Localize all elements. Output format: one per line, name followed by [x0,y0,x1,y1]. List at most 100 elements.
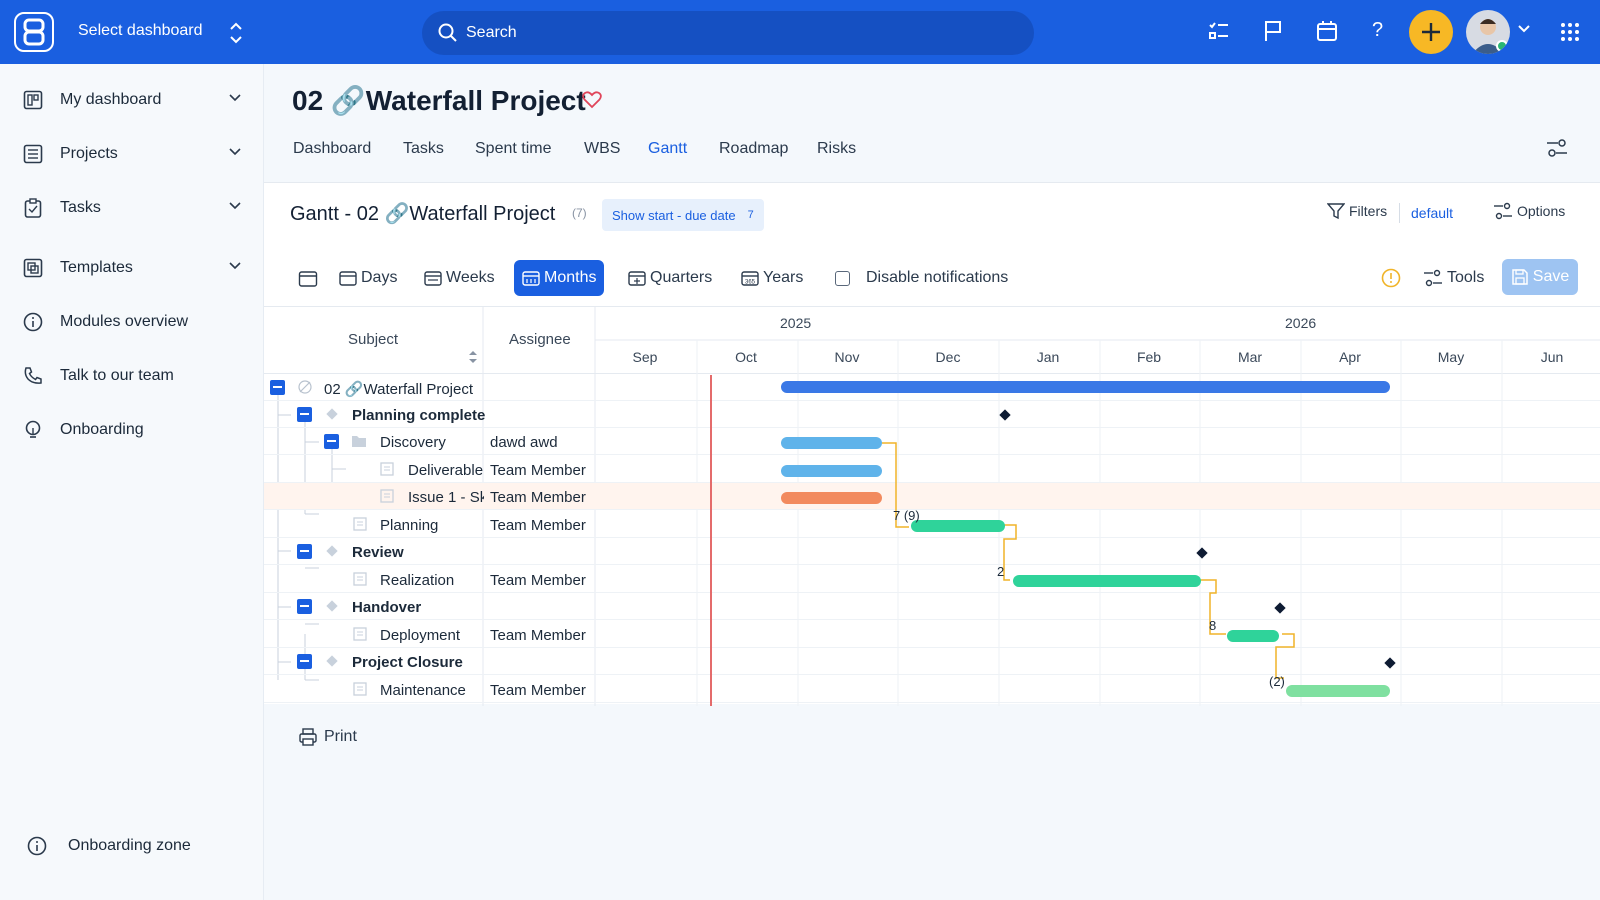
zoom-weeks-button[interactable]: Weeks [416,260,503,296]
top-bar: Select dashboard Search ? [0,0,1600,64]
gantt-bar-realization[interactable] [1013,575,1201,587]
sidebar-item-onboarding[interactable]: Onboarding [0,410,264,450]
filters-label: Filters [1349,203,1388,219]
zoom-label: Weeks [446,269,495,286]
month-label: Feb [1136,349,1162,365]
sidebar-item-modules-overview[interactable]: Modules overview [0,302,264,342]
column-header-subject[interactable]: Subject [348,331,398,348]
templates-icon [23,258,43,278]
filter-preset-link[interactable]: default [1411,205,1453,221]
save-icon [1512,269,1528,285]
disable-notifications-label: Disable notifications [866,269,1009,286]
lag-label: 7 (9) [893,508,920,523]
phone-icon [23,366,43,386]
onboarding-zone-label: Onboarding zone [68,837,191,854]
tab-roadmap[interactable]: Roadmap [719,140,788,158]
svg-text:365: 365 [745,280,756,286]
tools-button[interactable]: Tools [1423,269,1484,287]
calendar-quarter-icon [628,271,646,286]
user-avatar[interactable] [1466,10,1510,54]
calendar-icon [298,271,318,287]
month-label: Jan [1036,349,1060,365]
zoom-years-button[interactable]: 365 Years [733,260,811,296]
checklist-icon[interactable] [1208,20,1230,42]
sidebar-item-label: Tasks [60,199,101,216]
month-label: Sep [632,349,658,365]
gantt-bar-discovery[interactable] [781,437,882,449]
zoom-months-button[interactable]: Months [514,260,605,296]
tab-gantt[interactable]: Gantt [648,140,687,158]
gantt-bar-deliverable[interactable] [781,465,882,477]
print-button[interactable]: Print [298,727,357,747]
app-logo-icon[interactable] [14,12,54,52]
zoom-quarters-button[interactable]: Quarters [620,260,720,296]
lag-label: 8 [1209,618,1217,633]
help-icon[interactable]: ? [1372,19,1383,42]
zoom-label: Years [763,269,804,286]
apps-grid-icon[interactable] [1560,22,1580,42]
printer-icon [299,728,317,746]
month-label: May [1437,349,1465,365]
print-label: Print [324,728,357,745]
tab-wbs[interactable]: WBS [584,140,620,158]
online-status-icon [1496,40,1508,52]
tasks-icon [23,198,43,218]
save-button[interactable]: Save [1502,259,1578,295]
tab-spent-time[interactable]: Spent time [475,140,551,158]
gantt-bar-maintenance[interactable] [1286,685,1390,697]
zoom-label: Quarters [650,269,713,286]
calendar-week-icon [424,271,442,286]
sidebar-item-tasks[interactable]: Tasks [0,188,264,228]
tab-tasks[interactable]: Tasks [403,140,444,158]
calendar-icon[interactable] [1316,20,1338,42]
month-label: Apr [1339,349,1361,365]
disable-notifications-checkbox[interactable] [835,271,850,286]
chevron-down-icon[interactable] [229,201,241,211]
dashboard-switch-icon[interactable] [228,20,244,46]
zoom-days-button[interactable]: Days [331,260,405,296]
sidebar-item-label: Modules overview [60,313,189,330]
sort-icon[interactable] [468,350,478,364]
divider [1399,203,1400,223]
gantt-bar-planning[interactable] [911,520,1005,532]
sidebar-item-label: Onboarding [60,421,144,438]
filters-button[interactable]: Filters [1327,202,1387,220]
sidebar-item-my-dashboard[interactable]: My dashboard [0,80,264,120]
create-new-button[interactable] [1409,10,1453,54]
calendar-picker-button[interactable] [290,260,326,296]
sidebar-item-projects[interactable]: Projects [0,134,264,174]
select-dashboard-label[interactable]: Select dashboard [78,22,203,40]
chevron-down-icon[interactable] [229,261,241,271]
show-start-due-date-button[interactable]: Show start - due date 7 [602,199,764,231]
chevron-down-icon[interactable] [229,147,241,157]
info-icon [23,312,43,332]
month-label: Nov [834,349,860,365]
gantt-count: (7) [572,206,587,220]
tab-dashboard[interactable]: Dashboard [293,140,371,158]
sidebar-item-templates[interactable]: Templates [0,248,264,288]
settings-sliders-icon[interactable] [1546,138,1568,158]
chevron-down-icon[interactable] [229,93,241,103]
sidebar-item-talk-to-our-team[interactable]: Talk to our team [0,356,264,396]
column-header-assignee[interactable]: Assignee [509,331,571,348]
search-placeholder: Search [466,24,517,41]
dashboard-icon [23,90,43,110]
month-label: Mar [1237,349,1263,365]
warning-info-icon[interactable] [1381,268,1401,288]
year-label: 2025 [780,315,812,331]
month-label: Dec [935,349,961,365]
lag-label: 2 [997,564,1005,579]
sidebar-item-label: Projects [60,145,118,162]
filter-icon [1327,203,1345,220]
search-input[interactable]: Search [422,11,1034,55]
flag-icon[interactable] [1263,20,1283,42]
options-button[interactable]: Options [1493,202,1565,220]
chevron-down-icon[interactable] [1518,24,1530,34]
gantt-bar-issue[interactable] [781,492,882,504]
page-title: 02 🔗Waterfall Project [292,85,586,116]
heart-icon[interactable] [582,91,602,109]
gantt-bar-project[interactable] [781,381,1390,393]
sidebar-onboarding-zone[interactable]: Onboarding zone [0,826,264,866]
tab-risks[interactable]: Risks [817,140,856,158]
gantt-bar-deployment[interactable] [1227,630,1279,642]
